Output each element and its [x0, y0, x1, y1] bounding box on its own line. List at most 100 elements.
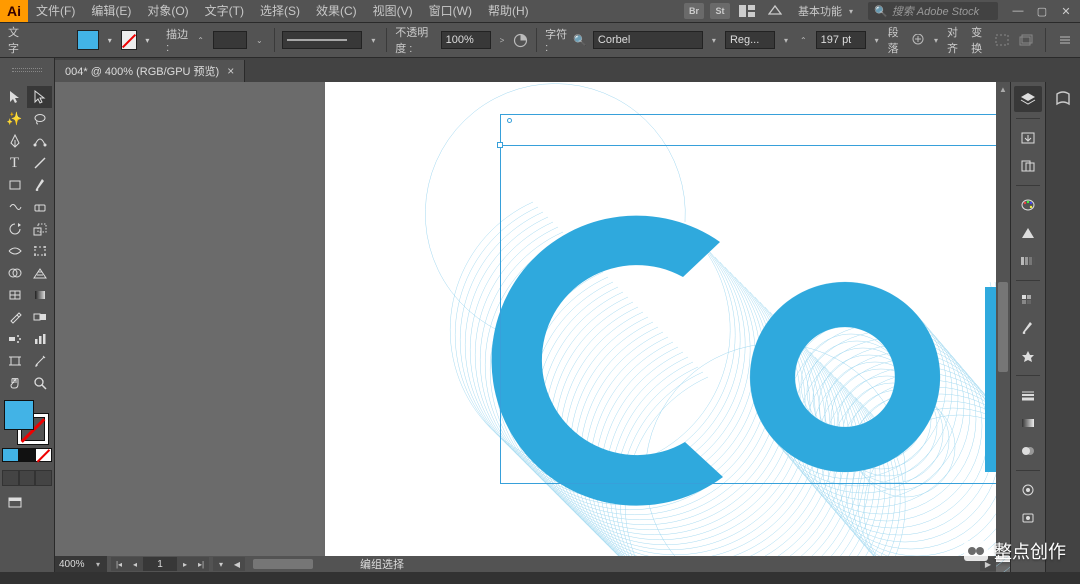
stroke-inc-icon[interactable]: ⌄ — [253, 36, 266, 45]
isolate-icon[interactable] — [995, 32, 1009, 48]
magic-wand-tool[interactable]: ✨ — [2, 108, 27, 130]
perspective-grid-tool[interactable] — [27, 262, 52, 284]
menu-object[interactable]: 对象(O) — [139, 0, 196, 22]
align-button[interactable]: 对齐 — [947, 24, 961, 56]
libraries-icon[interactable] — [1049, 86, 1077, 112]
color-mode-gradient[interactable] — [19, 448, 36, 462]
gradient-panel-icon[interactable] — [1014, 410, 1042, 436]
menu-help[interactable]: 帮助(H) — [480, 0, 537, 22]
rotate-tool[interactable] — [2, 218, 27, 240]
graph-tool[interactable] — [27, 328, 52, 350]
stock-icon[interactable]: St — [710, 3, 730, 19]
document-tab[interactable]: 004* @ 400% (RGB/GPU 预览) × — [55, 60, 245, 82]
transform-button[interactable]: 变换 — [971, 24, 985, 56]
search-stock-field[interactable]: 🔍 搜索 Adobe Stock — [868, 2, 998, 20]
canvas-viewport[interactable]: ▲ ▼ 400%▾ |◂ ◂ 1 ▸ ▸| ▾ 编组选择 ◀ ▶ — [55, 82, 1010, 572]
pen-tool[interactable] — [2, 130, 27, 152]
brushes-panel-icon[interactable] — [1014, 315, 1042, 341]
selection-anchor[interactable] — [507, 118, 512, 123]
recolor-icon[interactable] — [513, 32, 528, 48]
tab-close-icon[interactable]: × — [227, 64, 234, 78]
artboard-dropdown[interactable]: ▾ — [213, 557, 229, 571]
size-dropdown-icon[interactable]: ▾ — [872, 36, 882, 45]
gpu-icon[interactable] — [764, 0, 786, 22]
screen-mode-button[interactable] — [2, 492, 27, 514]
menu-window[interactable]: 窗口(W) — [421, 0, 480, 22]
selection-tool[interactable] — [2, 86, 27, 108]
scale-tool[interactable] — [27, 218, 52, 240]
brush-dropdown-icon[interactable]: ▾ — [368, 36, 378, 45]
asset-export-icon[interactable] — [1014, 125, 1042, 151]
draw-normal[interactable] — [2, 470, 19, 486]
width-tool[interactable] — [2, 240, 27, 262]
color-mode-none[interactable] — [35, 448, 52, 462]
stroke-dec-icon[interactable]: ⌃ — [194, 36, 207, 45]
style-dropdown-icon[interactable]: ▾ — [781, 36, 791, 45]
minimize-button[interactable]: — — [1010, 3, 1026, 19]
first-artboard-button[interactable]: |◂ — [111, 557, 127, 571]
shape-builder-tool[interactable] — [2, 262, 27, 284]
zoom-level-field[interactable]: 400%▾ — [55, 556, 107, 572]
direct-selection-tool[interactable] — [27, 86, 52, 108]
vertical-scrollbar[interactable]: ▲ ▼ — [996, 82, 1010, 556]
opacity-dropdown-icon[interactable]: > — [497, 36, 508, 45]
color-mode-solid[interactable] — [2, 448, 19, 462]
menu-file[interactable]: 文件(F) — [28, 0, 83, 22]
font-search-icon[interactable]: 🔍 — [573, 32, 587, 48]
mesh-tool[interactable] — [2, 284, 27, 306]
layers-panel-icon[interactable] — [1014, 86, 1042, 112]
paintbrush-tool[interactable] — [27, 174, 52, 196]
vertical-scroll-thumb[interactable] — [998, 282, 1008, 372]
stroke-dropdown[interactable]: ▾ — [143, 31, 152, 49]
appearance-panel-icon[interactable] — [1014, 477, 1042, 503]
gradient-tool[interactable] — [27, 284, 52, 306]
font-style-field[interactable]: Reg... — [725, 31, 775, 49]
fill-dropdown[interactable]: ▾ — [105, 31, 114, 49]
paragraph-dd-icon[interactable]: ▾ — [931, 36, 941, 45]
menu-type[interactable]: 文字(T) — [197, 0, 252, 22]
close-button[interactable]: ✕ — [1058, 3, 1074, 19]
blend-tool[interactable] — [27, 306, 52, 328]
opacity-field[interactable]: 100% — [441, 31, 491, 49]
arrange-docs-icon[interactable] — [736, 0, 758, 22]
zoom-tool[interactable] — [27, 372, 52, 394]
color-themes-icon[interactable] — [1014, 248, 1042, 274]
menu-select[interactable]: 选择(S) — [252, 0, 308, 22]
last-artboard-button[interactable]: ▸| — [193, 557, 209, 571]
prev-artboard-button[interactable]: ◂ — [127, 557, 143, 571]
bridge-icon[interactable]: Br — [684, 3, 704, 19]
font-dropdown-icon[interactable]: ▾ — [709, 36, 719, 45]
rectangle-tool[interactable] — [2, 174, 27, 196]
paragraph-label[interactable]: 段落 — [888, 24, 905, 56]
stroke-weight-field[interactable] — [213, 31, 247, 49]
menu-edit[interactable]: 编辑(E) — [83, 0, 139, 22]
workspace-switcher[interactable]: 基本功能 ▾ — [792, 3, 862, 19]
color-guide-icon[interactable] — [1014, 220, 1042, 246]
font-family-field[interactable]: Corbel — [593, 31, 703, 49]
line-tool[interactable] — [27, 152, 52, 174]
draw-behind[interactable] — [19, 470, 36, 486]
menu-effect[interactable]: 效果(C) — [308, 0, 365, 22]
brush-profile-field[interactable] — [282, 31, 362, 49]
graphic-styles-icon[interactable] — [1014, 505, 1042, 531]
fill-swatch[interactable] — [77, 30, 99, 50]
artboard-number-field[interactable]: 1 — [143, 557, 177, 571]
swatches-panel-icon[interactable] — [1014, 287, 1042, 313]
font-size-field[interactable]: 197 pt — [816, 31, 866, 49]
eyedropper-tool[interactable] — [2, 306, 27, 328]
next-artboard-button[interactable]: ▸ — [177, 557, 193, 571]
horizontal-scroll-thumb[interactable] — [253, 559, 313, 569]
hand-tool[interactable] — [2, 372, 27, 394]
curvature-tool[interactable] — [27, 130, 52, 152]
shaper-tool[interactable] — [2, 196, 27, 218]
maximize-button[interactable]: ▢ — [1034, 3, 1050, 19]
eraser-tool[interactable] — [27, 196, 52, 218]
slice-tool[interactable] — [27, 350, 52, 372]
lasso-tool[interactable] — [27, 108, 52, 130]
free-transform-tool[interactable] — [27, 240, 52, 262]
stroke-panel-icon[interactable] — [1014, 382, 1042, 408]
symbol-sprayer-tool[interactable] — [2, 328, 27, 350]
fill-stroke-indicator[interactable] — [4, 400, 48, 444]
draw-inside[interactable] — [35, 470, 52, 486]
scroll-left-icon[interactable]: ◀ — [229, 557, 245, 571]
